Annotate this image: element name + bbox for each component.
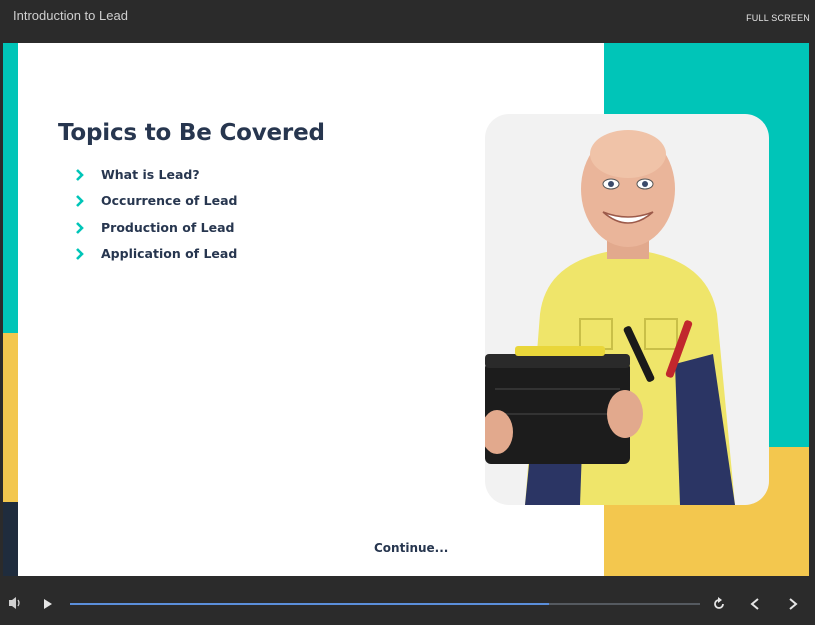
fullscreen-button[interactable]: FULL SCREEN [746,13,810,23]
play-icon[interactable] [42,598,54,610]
volume-icon[interactable] [8,596,24,610]
topics-list: What is Lead? Occurrence of Lead Product… [75,167,238,272]
man-holding-battery-photo [485,114,769,505]
topic-item-production[interactable]: Production of Lead [75,220,238,246]
player-controls [0,576,815,625]
topic-label: Production of Lead [101,219,235,235]
chevron-right-icon [76,221,84,234]
progress-bar[interactable] [70,603,700,605]
top-bar: Introduction to Lead FULL SCREEN [0,0,815,43]
chevron-right-icon [76,195,84,208]
previous-icon[interactable] [749,597,761,611]
topic-item-what-is-lead[interactable]: What is Lead? [75,167,238,193]
topic-label: Occurrence of Lead [101,193,238,209]
course-title: Introduction to Lead [13,8,128,23]
chevron-right-icon [76,247,84,260]
continue-button[interactable]: Continue... [374,541,448,555]
topic-label: Application of Lead [101,245,238,261]
chevron-right-icon [76,169,84,181]
progress-fill [70,603,549,605]
replay-icon[interactable] [712,597,726,611]
slide-stage: Topics to Be Covered What is Lead? Occur… [3,43,809,576]
topic-item-occurrence[interactable]: Occurrence of Lead [75,193,238,219]
topic-label: What is Lead? [101,167,200,182]
left-accent-yellow [3,333,18,502]
slide-heading: Topics to Be Covered [58,120,325,146]
left-accent-teal [3,43,18,333]
next-icon[interactable] [787,597,799,611]
left-accent-navy [3,502,18,576]
topic-item-application[interactable]: Application of Lead [75,246,238,272]
